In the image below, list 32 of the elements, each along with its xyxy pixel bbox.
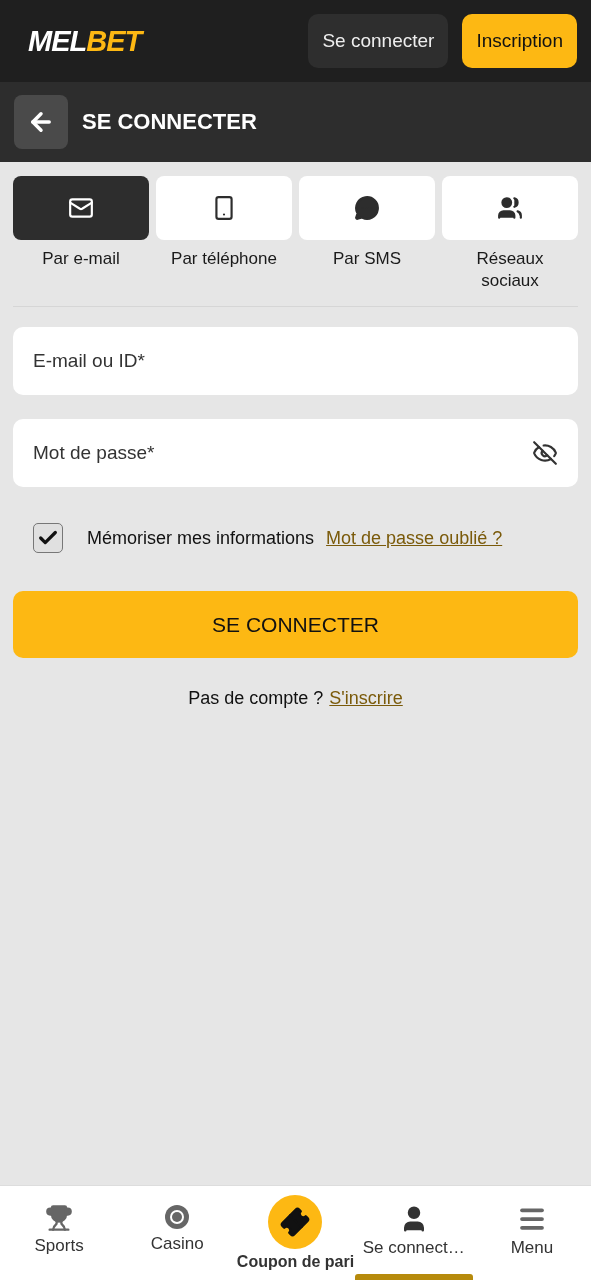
hide-password-icon[interactable] [532, 440, 558, 466]
signup-link[interactable]: S'inscrire [329, 688, 403, 709]
casino-chip-icon [164, 1204, 191, 1230]
ticket-icon [268, 1195, 323, 1249]
login-method-tab[interactable] [442, 176, 578, 240]
method-label: Par SMS [333, 248, 401, 270]
remember-label: Mémoriser mes informations [87, 527, 315, 549]
nav-item[interactable]: Menu [472, 1186, 591, 1280]
chat-bubble-icon [354, 195, 380, 221]
nav-item[interactable]: Sports [0, 1186, 119, 1280]
back-button[interactable] [14, 95, 68, 149]
remember-checkbox[interactable] [33, 523, 63, 553]
submit-button[interactable]: SE CONNECTER [13, 591, 578, 658]
login-method-tab[interactable] [13, 176, 149, 240]
login-button[interactable]: Se connecter [308, 14, 449, 68]
signup-prompt: Pas de compte ? [188, 688, 324, 709]
login-method-tab[interactable] [299, 176, 435, 240]
method-label: Par e-mail [42, 248, 120, 270]
people-icon [497, 195, 523, 221]
email-field[interactable]: E-mail ou ID* [13, 327, 578, 395]
signup-button[interactable]: Inscription [462, 14, 577, 68]
forgot-password-link[interactable]: Mot de passe oublié ? [326, 527, 503, 549]
method-label: Réseaux sociaux [475, 248, 545, 292]
trophy-icon [45, 1204, 74, 1232]
method-label: Par téléphone [171, 248, 277, 270]
melbet-logo[interactable]: MELBET [28, 24, 295, 58]
envelope-icon [68, 195, 94, 221]
page-title: SE CONNECTER [82, 109, 257, 135]
password-field[interactable]: Mot de passe* [13, 419, 578, 487]
nav-item[interactable]: Casino [118, 1186, 237, 1280]
nav-item[interactable]: Se connect… [354, 1186, 473, 1280]
nav-item[interactable]: Coupon de pari [236, 1186, 355, 1280]
